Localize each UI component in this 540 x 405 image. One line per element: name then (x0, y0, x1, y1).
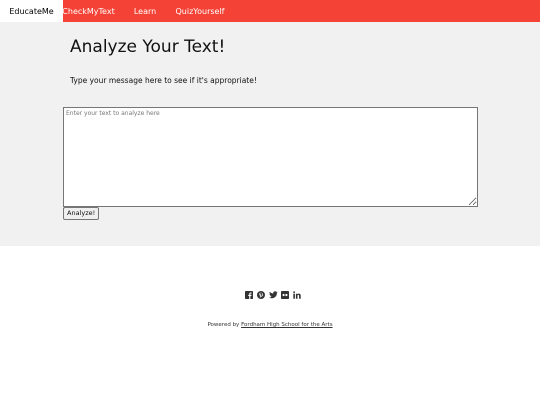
nav-item-learn[interactable]: Learn (134, 0, 156, 22)
page-subtitle: Type your message here to see if it's ap… (70, 76, 257, 85)
twitter-icon[interactable] (268, 290, 278, 300)
top-navigation-bar: EducateMe CheckMyText Learn QuizYourself (0, 0, 540, 22)
pinterest-icon[interactable] (256, 290, 266, 300)
analyze-button[interactable]: Analyze! (63, 207, 100, 220)
text-input-area[interactable] (63, 107, 478, 207)
footer: Powered by Fordham High School for the A… (0, 246, 540, 405)
facebook-icon[interactable] (244, 290, 254, 300)
powered-by-prefix: Powered by (207, 322, 242, 328)
social-links (244, 290, 302, 300)
nav-item-checkmytext[interactable]: CheckMyText (62, 0, 114, 22)
linkedin-icon[interactable] (292, 290, 302, 300)
flickr-icon[interactable] (280, 290, 290, 300)
nav-item-quizyourself[interactable]: QuizYourself (176, 0, 225, 22)
main-content: Analyze Your Text! Type your message her… (0, 22, 540, 246)
powered-by-text: Powered by Fordham High School for the A… (0, 322, 540, 328)
page-title: Analyze Your Text! (70, 37, 226, 57)
powered-by-link[interactable]: Fordham High School for the Arts (241, 322, 332, 328)
nav-brand-educateme[interactable]: EducateMe (0, 0, 63, 22)
